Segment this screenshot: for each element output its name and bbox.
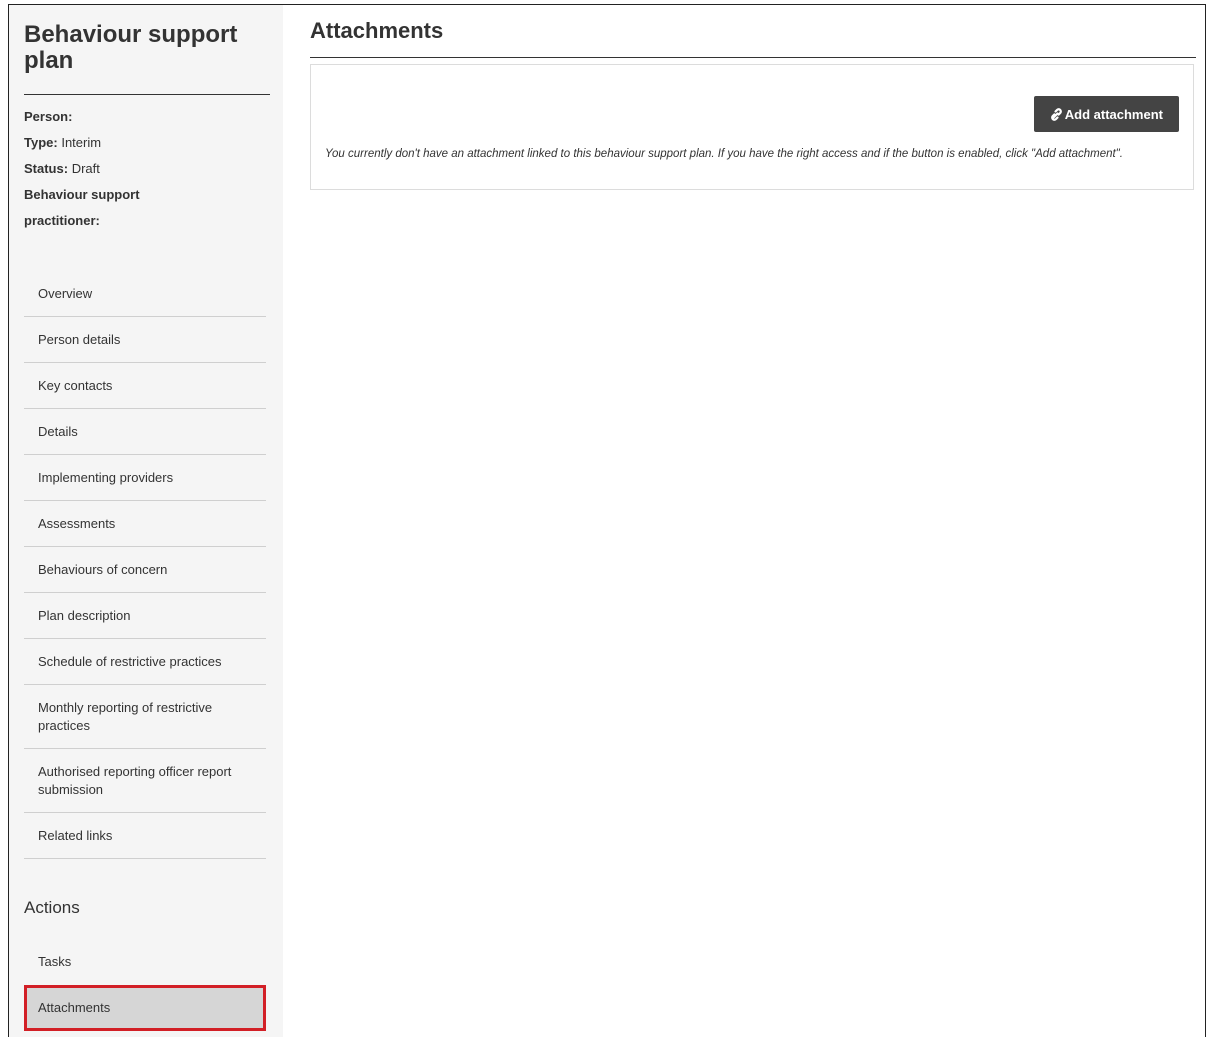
- nav-item-assessments[interactable]: Assessments: [24, 501, 266, 547]
- plan-meta: Person: Type: Interim Status: Draft Beha…: [24, 104, 264, 234]
- meta-practitioner-label-line1: Behaviour support: [24, 187, 140, 202]
- nav-item-person-details[interactable]: Person details: [24, 317, 266, 363]
- nav-item-attachments[interactable]: Attachments: [24, 985, 266, 1031]
- nav-item-details[interactable]: Details: [24, 409, 266, 455]
- nav-item-related-links[interactable]: Related links: [24, 813, 266, 859]
- meta-status-value: Draft: [71, 161, 100, 176]
- nav-item-schedule-restrictive-practices[interactable]: Schedule of restrictive practices: [24, 639, 266, 685]
- add-attachment-label: Add attachment: [1064, 106, 1163, 122]
- meta-status-label: Status:: [24, 161, 69, 176]
- meta-practitioner: practitioner:: [24, 208, 264, 234]
- nav-item-tasks[interactable]: Tasks: [24, 939, 266, 985]
- page-title: Attachments: [310, 18, 444, 43]
- meta-type-value: Interim: [61, 135, 102, 150]
- meta-person: Person:: [24, 104, 264, 130]
- empty-state-message: You currently don't have an attachment l…: [325, 148, 1123, 160]
- nav-item-implementing-providers[interactable]: Implementing providers: [24, 455, 266, 501]
- nav-item-key-contacts[interactable]: Key contacts: [24, 363, 266, 409]
- actions-heading: Actions: [24, 898, 80, 917]
- sidebar-title: Behaviour support plan: [24, 21, 238, 74]
- meta-status: Status: Draft: [24, 156, 264, 182]
- sidebar-title-divider: [24, 94, 270, 95]
- meta-practitioner-label-line2: practitioner:: [24, 213, 100, 228]
- nav-item-overview[interactable]: Overview: [24, 271, 266, 317]
- meta-type: Type: Interim: [24, 130, 264, 156]
- meta-person-label: Person:: [24, 109, 73, 124]
- actions-nav: Tasks Attachments: [24, 939, 266, 1031]
- paperclip-icon: [1050, 107, 1063, 121]
- nav-item-monthly-reporting[interactable]: Monthly reporting of restrictive practic…: [24, 685, 266, 749]
- nav-item-plan-description[interactable]: Plan description: [24, 593, 266, 639]
- meta-type-label: Type:: [24, 135, 58, 150]
- attachments-panel: Add attachment You currently don't have …: [310, 64, 1194, 190]
- nav-item-authorised-reporting-officer[interactable]: Authorised reporting officer report subm…: [24, 749, 266, 813]
- title-divider: [310, 57, 1196, 58]
- add-attachment-button[interactable]: Add attachment: [1033, 96, 1179, 132]
- sidebar: Behaviour support plan Person: Type: Int…: [9, 5, 283, 1037]
- sidebar-nav: Overview Person details Key contacts Det…: [24, 271, 266, 859]
- nav-item-behaviours-of-concern[interactable]: Behaviours of concern: [24, 547, 266, 593]
